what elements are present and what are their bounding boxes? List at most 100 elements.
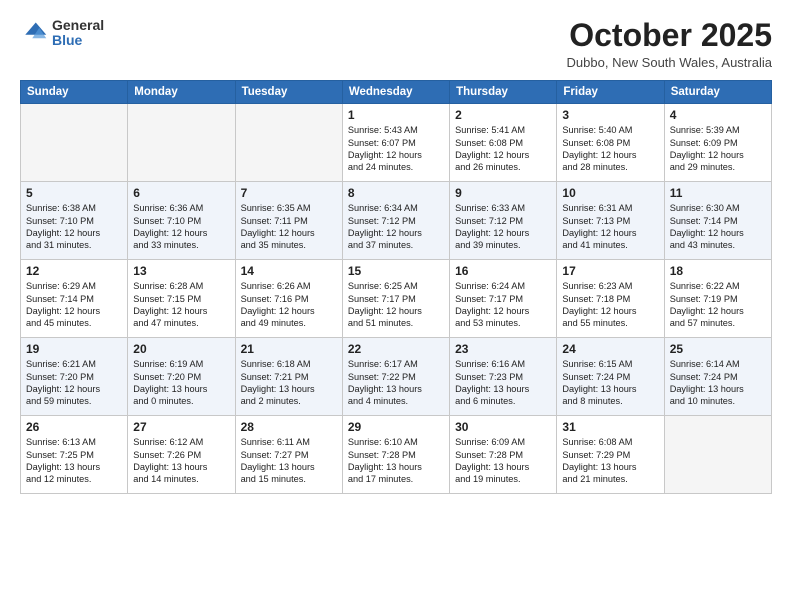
- calendar-cell: [664, 416, 771, 494]
- title-block: October 2025 Dubbo, New South Wales, Aus…: [567, 18, 772, 70]
- col-tuesday: Tuesday: [235, 81, 342, 104]
- day-info: Sunrise: 6:19 AM Sunset: 7:20 PM Dayligh…: [133, 358, 229, 408]
- day-info: Sunrise: 6:29 AM Sunset: 7:14 PM Dayligh…: [26, 280, 122, 330]
- month-title: October 2025: [567, 18, 772, 53]
- calendar-cell: 8 Sunrise: 6:34 AM Sunset: 7:12 PM Daylig…: [342, 182, 449, 260]
- day-number: 31: [562, 420, 658, 434]
- day-number: 27: [133, 420, 229, 434]
- day-number: 28: [241, 420, 337, 434]
- day-info: Sunrise: 5:41 AM Sunset: 6:08 PM Dayligh…: [455, 124, 551, 174]
- day-info: Sunrise: 6:18 AM Sunset: 7:21 PM Dayligh…: [241, 358, 337, 408]
- calendar-cell: 6 Sunrise: 6:36 AM Sunset: 7:10 PM Daylig…: [128, 182, 235, 260]
- calendar-cell: 21 Sunrise: 6:18 AM Sunset: 7:21 PM Dayli…: [235, 338, 342, 416]
- day-info: Sunrise: 6:09 AM Sunset: 7:28 PM Dayligh…: [455, 436, 551, 486]
- day-number: 25: [670, 342, 766, 356]
- day-number: 11: [670, 186, 766, 200]
- logo-text: General Blue: [52, 18, 104, 49]
- calendar-week-row: 5Sunrise: 6:38 AM Sunset: 7:10 PM Daylig…: [21, 182, 772, 260]
- calendar-cell: 29Sunrise: 6:10 AM Sunset: 7:28 PM Dayli…: [342, 416, 449, 494]
- day-info: Sunrise: 6:31 AM Sunset: 7:13 PM Dayligh…: [562, 202, 658, 252]
- day-info: Sunrise: 6:24 AM Sunset: 7:17 PM Dayligh…: [455, 280, 551, 330]
- day-number: 30: [455, 420, 551, 434]
- day-info: Sunrise: 6:36 AM Sunset: 7:10 PM Dayligh…: [133, 202, 229, 252]
- day-info: Sunrise: 6:28 AM Sunset: 7:15 PM Dayligh…: [133, 280, 229, 330]
- header: General Blue October 2025 Dubbo, New Sou…: [20, 18, 772, 70]
- calendar-cell: 1Sunrise: 5:43 AM Sunset: 6:07 PM Daylig…: [342, 104, 449, 182]
- calendar-week-row: 19 Sunrise: 6:21 AM Sunset: 7:20 PM Dayli…: [21, 338, 772, 416]
- calendar-cell: 5Sunrise: 6:38 AM Sunset: 7:10 PM Daylig…: [21, 182, 128, 260]
- day-info: Sunrise: 6:22 AM Sunset: 7:19 PM Dayligh…: [670, 280, 766, 330]
- day-info: Sunrise: 6:15 AM Sunset: 7:24 PM Dayligh…: [562, 358, 658, 408]
- calendar-week-row: 12 Sunrise: 6:29 AM Sunset: 7:14 PM Dayli…: [21, 260, 772, 338]
- calendar-cell: 27 Sunrise: 6:12 AM Sunset: 7:26 PM Dayli…: [128, 416, 235, 494]
- calendar-cell: 10Sunrise: 6:31 AM Sunset: 7:13 PM Dayli…: [557, 182, 664, 260]
- day-info: Sunrise: 6:33 AM Sunset: 7:12 PM Dayligh…: [455, 202, 551, 252]
- day-number: 7: [241, 186, 337, 200]
- day-number: 16: [455, 264, 551, 278]
- day-number: 12: [26, 264, 122, 278]
- calendar-cell: 12 Sunrise: 6:29 AM Sunset: 7:14 PM Dayli…: [21, 260, 128, 338]
- calendar-cell: 9 Sunrise: 6:33 AM Sunset: 7:12 PM Daylig…: [450, 182, 557, 260]
- calendar-cell: [128, 104, 235, 182]
- day-info: Sunrise: 6:16 AM Sunset: 7:23 PM Dayligh…: [455, 358, 551, 408]
- day-info: Sunrise: 6:35 AM Sunset: 7:11 PM Dayligh…: [241, 202, 337, 252]
- col-thursday: Thursday: [450, 81, 557, 104]
- calendar-header-row: Sunday Monday Tuesday Wednesday Thursday…: [21, 81, 772, 104]
- calendar-cell: 26Sunrise: 6:13 AM Sunset: 7:25 PM Dayli…: [21, 416, 128, 494]
- logo-blue-text: Blue: [52, 33, 104, 48]
- day-number: 23: [455, 342, 551, 356]
- day-number: 20: [133, 342, 229, 356]
- logo-icon: [20, 19, 48, 47]
- day-number: 8: [348, 186, 444, 200]
- calendar-cell: 16 Sunrise: 6:24 AM Sunset: 7:17 PM Dayli…: [450, 260, 557, 338]
- day-info: Sunrise: 5:39 AM Sunset: 6:09 PM Dayligh…: [670, 124, 766, 174]
- day-number: 24: [562, 342, 658, 356]
- calendar-cell: 2 Sunrise: 5:41 AM Sunset: 6:08 PM Daylig…: [450, 104, 557, 182]
- day-number: 22: [348, 342, 444, 356]
- day-info: Sunrise: 6:12 AM Sunset: 7:26 PM Dayligh…: [133, 436, 229, 486]
- day-number: 29: [348, 420, 444, 434]
- calendar-cell: 4Sunrise: 5:39 AM Sunset: 6:09 PM Daylig…: [664, 104, 771, 182]
- day-info: Sunrise: 6:26 AM Sunset: 7:16 PM Dayligh…: [241, 280, 337, 330]
- calendar-table: Sunday Monday Tuesday Wednesday Thursday…: [20, 80, 772, 494]
- day-info: Sunrise: 6:21 AM Sunset: 7:20 PM Dayligh…: [26, 358, 122, 408]
- calendar-cell: 19 Sunrise: 6:21 AM Sunset: 7:20 PM Dayli…: [21, 338, 128, 416]
- day-number: 9: [455, 186, 551, 200]
- calendar-cell: 7 Sunrise: 6:35 AM Sunset: 7:11 PM Daylig…: [235, 182, 342, 260]
- col-sunday: Sunday: [21, 81, 128, 104]
- day-info: Sunrise: 6:34 AM Sunset: 7:12 PM Dayligh…: [348, 202, 444, 252]
- day-info: Sunrise: 6:11 AM Sunset: 7:27 PM Dayligh…: [241, 436, 337, 486]
- day-info: Sunrise: 6:23 AM Sunset: 7:18 PM Dayligh…: [562, 280, 658, 330]
- day-number: 18: [670, 264, 766, 278]
- calendar-cell: 22Sunrise: 6:17 AM Sunset: 7:22 PM Dayli…: [342, 338, 449, 416]
- calendar-cell: 14 Sunrise: 6:26 AM Sunset: 7:16 PM Dayli…: [235, 260, 342, 338]
- calendar-cell: [235, 104, 342, 182]
- day-info: Sunrise: 6:14 AM Sunset: 7:24 PM Dayligh…: [670, 358, 766, 408]
- col-monday: Monday: [128, 81, 235, 104]
- day-number: 21: [241, 342, 337, 356]
- col-wednesday: Wednesday: [342, 81, 449, 104]
- calendar-cell: 30 Sunrise: 6:09 AM Sunset: 7:28 PM Dayli…: [450, 416, 557, 494]
- day-number: 15: [348, 264, 444, 278]
- logo-general-text: General: [52, 18, 104, 33]
- col-saturday: Saturday: [664, 81, 771, 104]
- day-number: 1: [348, 108, 444, 122]
- calendar-cell: 24 Sunrise: 6:15 AM Sunset: 7:24 PM Dayli…: [557, 338, 664, 416]
- day-number: 19: [26, 342, 122, 356]
- day-number: 13: [133, 264, 229, 278]
- day-number: 6: [133, 186, 229, 200]
- day-number: 14: [241, 264, 337, 278]
- calendar-cell: 20 Sunrise: 6:19 AM Sunset: 7:20 PM Dayli…: [128, 338, 235, 416]
- day-number: 3: [562, 108, 658, 122]
- calendar-cell: 17Sunrise: 6:23 AM Sunset: 7:18 PM Dayli…: [557, 260, 664, 338]
- calendar-cell: 11 Sunrise: 6:30 AM Sunset: 7:14 PM Dayli…: [664, 182, 771, 260]
- calendar-cell: 15Sunrise: 6:25 AM Sunset: 7:17 PM Dayli…: [342, 260, 449, 338]
- location: Dubbo, New South Wales, Australia: [567, 55, 772, 70]
- calendar-cell: [21, 104, 128, 182]
- day-info: Sunrise: 6:08 AM Sunset: 7:29 PM Dayligh…: [562, 436, 658, 486]
- day-number: 5: [26, 186, 122, 200]
- day-number: 2: [455, 108, 551, 122]
- calendar-cell: 23 Sunrise: 6:16 AM Sunset: 7:23 PM Dayli…: [450, 338, 557, 416]
- day-info: Sunrise: 6:13 AM Sunset: 7:25 PM Dayligh…: [26, 436, 122, 486]
- day-info: Sunrise: 6:30 AM Sunset: 7:14 PM Dayligh…: [670, 202, 766, 252]
